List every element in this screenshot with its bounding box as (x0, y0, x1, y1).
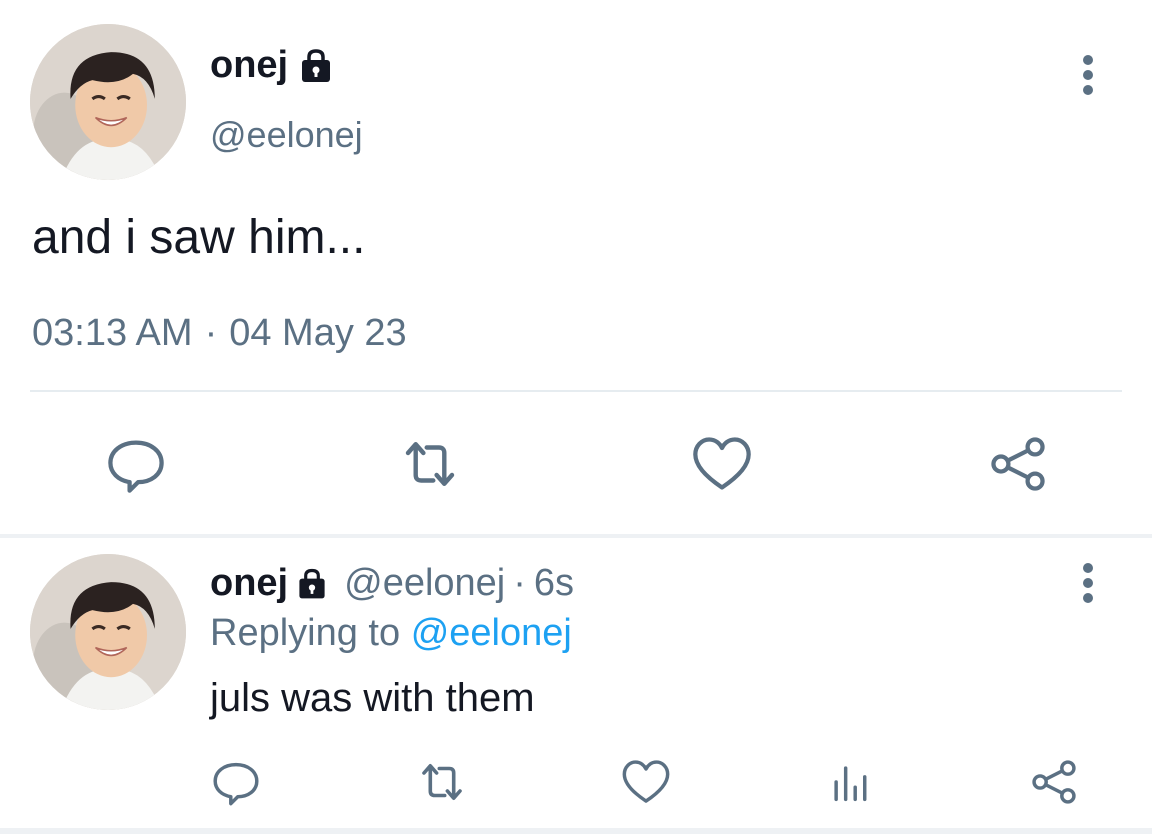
reply-age: 6s (533, 562, 575, 604)
divider (30, 390, 1122, 392)
replying-mention[interactable]: @eelonej (411, 612, 572, 654)
tweet-text: and i saw him... (32, 211, 366, 264)
replying-to: Replying to @eelonej (210, 612, 572, 655)
avatar-image (30, 24, 186, 180)
reply-display-name-text[interactable]: onej (210, 562, 288, 605)
meta-separator: · (204, 312, 218, 354)
more-icon[interactable] (1068, 560, 1108, 606)
bottom-divider (0, 828, 1152, 834)
reply-handle[interactable]: @eelonej (344, 562, 505, 605)
display-name-text[interactable]: onej (210, 44, 288, 87)
analytics-icon[interactable] (820, 752, 880, 812)
more-icon[interactable] (1068, 52, 1108, 98)
retweet-icon[interactable] (412, 752, 472, 812)
section-divider (0, 534, 1152, 538)
avatar[interactable] (30, 24, 186, 180)
like-icon[interactable] (616, 752, 676, 812)
reply-header: onej @eelonej · 6s (210, 562, 574, 605)
reply-avatar[interactable] (30, 554, 186, 710)
tweet-time: 03:13 AM (32, 312, 193, 354)
avatar-image (30, 554, 186, 710)
reply-text: juls was with them (210, 676, 535, 720)
retweet-icon[interactable] (392, 426, 468, 502)
replying-prefix: Replying to (210, 612, 401, 654)
share-icon[interactable] (980, 426, 1056, 502)
display-name[interactable]: onej (210, 44, 336, 87)
like-icon[interactable] (684, 426, 760, 502)
tweet-date: 04 May 23 (229, 312, 407, 354)
lock-icon (296, 46, 336, 86)
reply-actions (0, 752, 1152, 816)
lock-icon (294, 566, 330, 602)
reply-icon[interactable] (206, 752, 266, 812)
tweet-actions (0, 426, 1152, 506)
tweet-meta: 03:13 AM · 04 May 23 (32, 312, 407, 355)
share-icon[interactable] (1024, 752, 1084, 812)
reply-separator: · (513, 562, 526, 604)
reply-icon[interactable] (98, 426, 174, 502)
handle[interactable]: @eelonej (210, 114, 363, 156)
reply-display-name[interactable]: onej (210, 562, 330, 605)
